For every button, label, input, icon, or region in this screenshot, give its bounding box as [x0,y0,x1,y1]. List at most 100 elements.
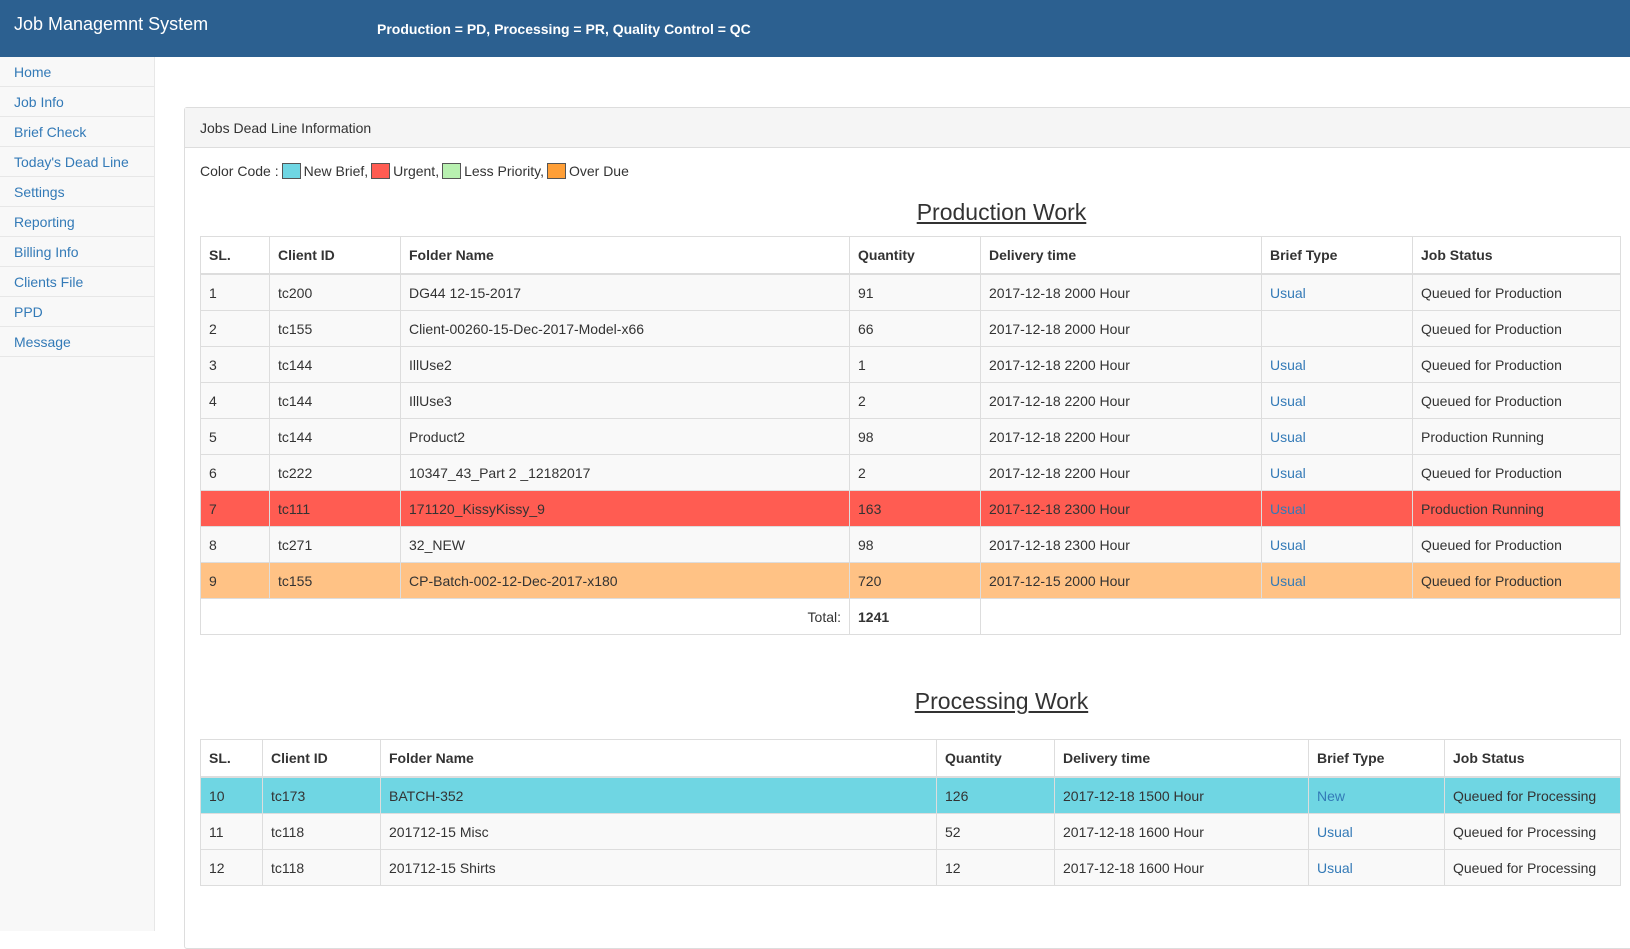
sidebar-item-reporting[interactable]: Reporting [0,207,154,237]
brief-type-link[interactable]: Usual [1317,824,1353,840]
brief-type-cell: Usual [1261,273,1413,311]
panel-heading: Jobs Dead Line Information [185,108,1630,148]
production-total-row: Total: 1241 [200,598,1621,635]
folder-name-cell: CP-Batch-002-12-Dec-2017-x180 [400,562,850,599]
row-sl-cell: 9 [200,562,270,599]
row-sl-cell: 8 [200,526,270,563]
column-header-brief-type[interactable]: Brief Type [1308,739,1445,778]
quantity-cell: 12 [936,849,1055,886]
sidebar-item-label[interactable]: Reporting [14,214,75,230]
brief-type-link[interactable]: Usual [1270,465,1306,481]
client-id-cell: tc144 [269,346,401,383]
production-work-table: SL. Client ID Folder Name Quantity Deliv… [200,236,1621,635]
delivery-time-cell: 2017-12-18 2300 Hour [980,490,1262,527]
over-due-swatch [546,163,566,179]
column-header-job-status[interactable]: Job Status [1412,236,1621,275]
column-header-quantity[interactable]: Quantity [849,236,981,275]
delivery-time-cell: 2017-12-18 2200 Hour [980,418,1262,455]
column-header-folder-name[interactable]: Folder Name [380,739,937,778]
brief-type-cell: Usual [1261,562,1413,599]
sidebar-item-brief-check[interactable]: Brief Check [0,117,154,147]
brief-type-link[interactable]: Usual [1270,357,1306,373]
sidebar-item-home[interactable]: Home [0,57,154,87]
sidebar-item-billing-info[interactable]: Billing Info [0,237,154,267]
sidebar-item-label[interactable]: Today's Dead Line [14,154,129,170]
delivery-time-cell: 2017-12-18 1500 Hour [1054,776,1309,814]
client-id-cell: tc155 [269,562,401,599]
column-header-delivery-time[interactable]: Delivery time [980,236,1262,275]
column-header-client-id[interactable]: Client ID [262,739,381,778]
job-status-cell: Queued for Production [1412,454,1621,491]
folder-name-cell: 32_NEW [400,526,850,563]
delivery-time-cell: 2017-12-18 2000 Hour [980,273,1262,311]
sidebar-item-todays-dead-line[interactable]: Today's Dead Line [0,147,154,177]
quantity-cell: 52 [936,813,1055,850]
sidebar-item-label[interactable]: Brief Check [14,124,86,140]
delivery-time-cell: 2017-12-18 2200 Hour [980,454,1262,491]
column-header-sl[interactable]: SL. [200,236,270,275]
production-table-body: 1 tc200 DG44 12-15-2017 91 2017-12-18 2000 H… [200,273,1621,599]
folder-name-cell: 10347_43_Part 2 _12182017 [400,454,850,491]
sidebar-item-job-info[interactable]: Job Info [0,87,154,117]
brief-type-link[interactable]: Usual [1270,285,1306,301]
sidebar-item-settings[interactable]: Settings [0,177,154,207]
app-title[interactable]: Job Managemnt System [14,14,208,35]
column-header-client-id[interactable]: Client ID [269,236,401,275]
column-header-delivery-time[interactable]: Delivery time [1054,739,1309,778]
client-id-cell: tc155 [269,310,401,347]
sidebar-item-label[interactable]: Job Info [14,94,64,110]
job-status-cell: Queued for Processing [1444,849,1621,886]
brief-type-cell: Usual [1261,526,1413,563]
column-header-job-status[interactable]: Job Status [1444,739,1621,778]
urgent-label: Urgent, [393,163,440,179]
folder-name-cell: DG44 12-15-2017 [400,273,850,311]
brief-type-link[interactable]: Usual [1270,501,1306,517]
brief-type-cell: Usual [1308,849,1445,886]
row-sl-cell: 5 [200,418,270,455]
delivery-time-cell: 2017-12-15 2000 Hour [980,562,1262,599]
delivery-time-cell: 2017-12-18 2200 Hour [980,382,1262,419]
brief-type-link[interactable]: New [1317,788,1345,804]
row-sl-cell: 4 [200,382,270,419]
brief-type-link[interactable]: Usual [1270,573,1306,589]
sidebar-item-label[interactable]: Clients File [14,274,83,290]
brief-type-link[interactable]: Usual [1270,537,1306,553]
processing-table-body: 10 tc173 BATCH-352 126 2017-12-18 1500 Hour N… [200,776,1621,886]
column-header-sl[interactable]: SL. [200,739,263,778]
job-status-cell: Queued for Production [1412,346,1621,383]
brief-type-link[interactable]: Usual [1270,429,1306,445]
quantity-cell: 91 [849,273,981,311]
column-header-folder-name[interactable]: Folder Name [400,236,850,275]
column-header-brief-type[interactable]: Brief Type [1261,236,1413,275]
row-sl-cell: 12 [200,849,263,886]
quantity-cell: 2 [849,454,981,491]
processing-work-table: SL. Client ID Folder Name Quantity Deliv… [200,739,1621,886]
table-row: 6 tc222 10347_43_Part 2 _12182017 2 2017-12-… [200,454,1621,491]
sidebar-item-label[interactable]: Message [14,334,71,350]
production-work-title: Production Work [916,199,1087,225]
brief-type-link[interactable]: Usual [1270,393,1306,409]
folder-name-cell: 201712-15 Misc [380,813,937,850]
sidebar-item-label[interactable]: Settings [14,184,65,200]
brief-type-cell: Usual [1261,382,1413,419]
table-row: 10 tc173 BATCH-352 126 2017-12-18 1500 Hour N… [200,776,1621,814]
client-id-cell: tc118 [262,813,381,850]
job-status-cell: Queued for Processing [1444,813,1621,850]
delivery-time-cell: 2017-12-18 1600 Hour [1054,849,1309,886]
sidebar-item-label[interactable]: Home [14,64,51,80]
column-header-quantity[interactable]: Quantity [936,739,1055,778]
folder-name-cell: Product2 [400,418,850,455]
sidebar-item-label[interactable]: PPD [14,304,43,320]
folder-name-cell: Client-00260-15-Dec-2017-Model-x66 [400,310,850,347]
row-sl-cell: 10 [200,776,263,814]
brief-type-link[interactable]: Usual [1317,860,1353,876]
sidebar: Home Job Info Brief Check Today's Dead L… [0,57,155,931]
sidebar-item-message[interactable]: Message [0,327,154,357]
table-row: 1 tc200 DG44 12-15-2017 91 2017-12-18 2000 H… [200,273,1621,311]
sidebar-item-clients-file[interactable]: Clients File [0,267,154,297]
delivery-time-cell: 2017-12-18 2300 Hour [980,526,1262,563]
sidebar-item-ppd[interactable]: PPD [0,297,154,327]
quantity-cell: 1 [849,346,981,383]
sidebar-item-label[interactable]: Billing Info [14,244,79,260]
folder-name-cell: 201712-15 Shirts [380,849,937,886]
